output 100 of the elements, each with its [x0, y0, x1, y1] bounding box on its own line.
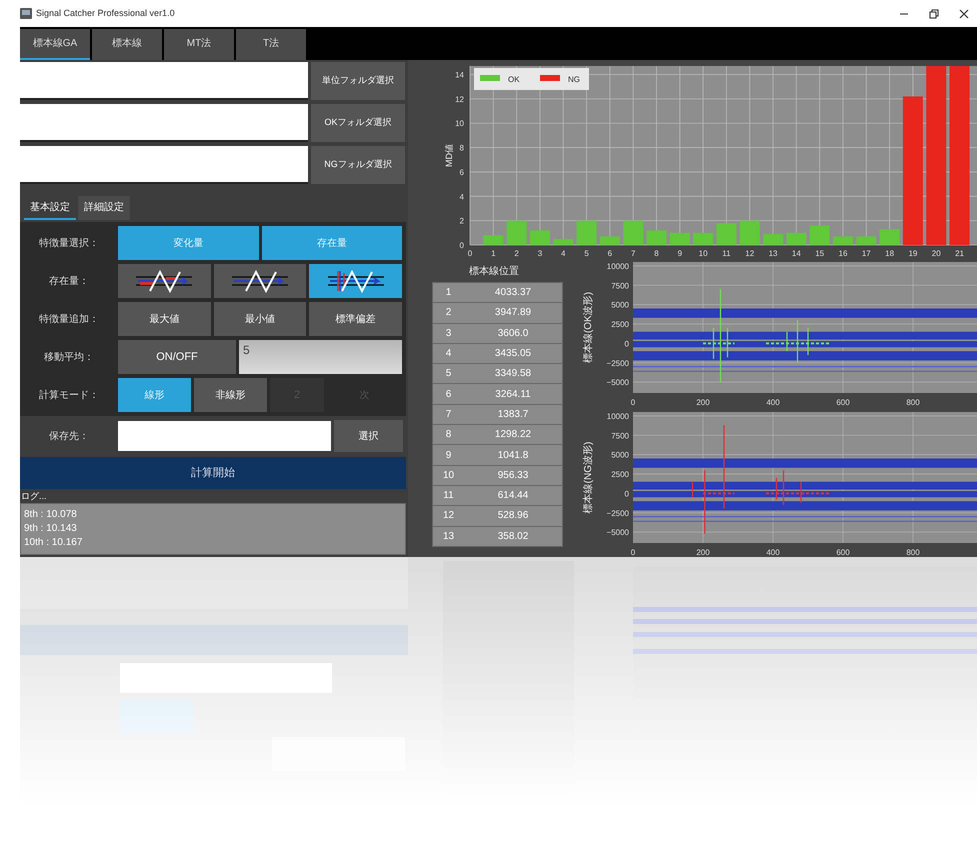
- select-button[interactable]: 選択: [334, 420, 403, 452]
- table-cell-text: 9: [444, 448, 452, 463]
- legend-label: NG: [568, 75, 580, 84]
- bar: [880, 229, 900, 245]
- table-cell-text: 7: [444, 408, 452, 422]
- axis-tick-label: 10: [698, 249, 708, 256]
- axis-label: 標本線(OK波形): [583, 292, 594, 364]
- axis-tick-label: 600: [836, 398, 850, 407]
- axis-tick-label: 10000: [606, 412, 629, 421]
- option-button[interactable]: 標準偏差: [309, 302, 402, 336]
- axis-tick-label: 8: [654, 249, 659, 256]
- folder-select-button[interactable]: NGフォルダ選択: [311, 146, 405, 184]
- axis-tick-label: 2500: [611, 470, 629, 479]
- axis-tick-label: 7: [630, 249, 636, 256]
- axis-tick-label: 200: [696, 398, 710, 407]
- close-icon[interactable]: [959, 8, 969, 18]
- axis-tick-label: 400: [766, 548, 780, 557]
- axis-tick-label: 8: [460, 144, 464, 153]
- table-cell-text: 358.02: [496, 530, 530, 544]
- bar: [763, 234, 784, 245]
- legend-label: OK: [508, 75, 520, 84]
- folder-path-field[interactable]: [20, 104, 308, 142]
- tab[interactable]: 標本線: [92, 29, 162, 60]
- setting-label: 存在量：: [48, 274, 90, 288]
- axis-tick-label: 12: [455, 94, 464, 104]
- axis-tick-label: 19: [908, 249, 918, 256]
- waveform-threshold-icon: [328, 269, 384, 293]
- table-cell-text: 4033.37: [494, 286, 532, 300]
- axis-tick-label: 5000: [611, 300, 629, 310]
- app-icon: [20, 8, 32, 19]
- table-cell-text: 3264.11: [494, 388, 532, 402]
- option-button[interactable]: 最小値: [214, 302, 306, 336]
- bar: [810, 226, 830, 245]
- axis-tick-label: 5: [584, 249, 589, 256]
- setting-label: 計算モード：: [38, 388, 100, 402]
- table-cell-text: 5: [444, 367, 452, 382]
- table-cell-text: 3606.0: [496, 326, 530, 341]
- axis-tick-label: 17: [862, 249, 871, 256]
- tab[interactable]: 標本線GA: [20, 29, 90, 60]
- axis-tick-label: 4: [460, 192, 464, 202]
- option-button[interactable]: 非線形: [194, 378, 267, 412]
- axis-tick-label: −2500: [606, 358, 629, 368]
- window-size-field[interactable]: 5: [239, 340, 402, 374]
- bar: [740, 220, 760, 245]
- folder-path-field[interactable]: [20, 146, 308, 184]
- table-cell-text: 614.44: [496, 489, 530, 504]
- axis-tick-label: 16: [838, 249, 848, 256]
- axis-tick-label: 6: [460, 168, 464, 177]
- table-cell-text: 3947.89: [494, 306, 532, 320]
- axis-tick-label: 12: [745, 249, 754, 256]
- settings-tab[interactable]: 詳細設定: [78, 196, 130, 220]
- table-cell-text: 3349.58: [494, 367, 532, 382]
- axis-tick-label: 600: [836, 548, 850, 557]
- folder-select-button[interactable]: OKフォルダ選択: [311, 104, 405, 142]
- table-cell-text: 1: [444, 286, 452, 300]
- table-cell-text: 1041.8: [496, 448, 530, 463]
- axis-tick-label: −2500: [606, 508, 629, 518]
- axis-tick-label: 1: [491, 249, 496, 256]
- setting-label: 移動平均：: [43, 350, 95, 364]
- log-line: 9th : 10.143: [24, 522, 78, 536]
- bar: [506, 220, 527, 245]
- icon-option-button[interactable]: [214, 264, 306, 298]
- table-cell-text: 10: [442, 468, 456, 483]
- folder-path-field[interactable]: [20, 62, 308, 100]
- save-path-field[interactable]: [118, 421, 331, 451]
- table-cell-text: 528.96: [496, 509, 530, 524]
- icon-option-button[interactable]: [309, 264, 402, 298]
- folder-select-button[interactable]: 単位フォルダ選択: [311, 62, 405, 100]
- log-label: ログ...: [20, 490, 48, 503]
- setting-label: 特徴量追加：: [38, 312, 100, 326]
- table-cell-text: 2: [444, 306, 452, 320]
- axis-tick-label: −5000: [606, 378, 629, 388]
- table-cell-text: 12: [442, 509, 456, 524]
- icon-option-button[interactable]: [118, 264, 211, 298]
- axis-tick-label: 7500: [611, 431, 629, 440]
- axis-tick-label: 2: [460, 216, 464, 226]
- axis-tick-label: 20: [932, 249, 941, 256]
- restore-icon[interactable]: [929, 8, 939, 18]
- axis-tick-label: 10: [455, 119, 464, 128]
- axis-tick-label: 5000: [611, 450, 629, 460]
- setting-label: 保存先：: [48, 430, 90, 444]
- axis-tick-label: 10000: [606, 262, 629, 271]
- tab[interactable]: T法: [236, 29, 306, 60]
- toggle-button[interactable]: ON/OFF: [118, 340, 236, 374]
- axis-tick-label: 13: [768, 249, 778, 256]
- option-button[interactable]: 最大値: [118, 302, 211, 336]
- axis-tick-label: 3: [538, 249, 542, 256]
- axis-tick-label: 7500: [611, 281, 629, 290]
- table-cell-text: 13: [442, 530, 456, 544]
- axis-tick-label: 11: [722, 249, 731, 256]
- table-cell-text: 11: [442, 489, 455, 504]
- log-line: 10th : 10.167: [24, 536, 84, 550]
- axis-tick-label: 0: [624, 489, 629, 498]
- bar: [623, 220, 644, 245]
- axis-tick-label: 0: [468, 249, 472, 256]
- axis-tick-label: 2: [514, 249, 519, 256]
- axis-tick-label: 14: [455, 70, 464, 80]
- tab[interactable]: MT法: [164, 29, 234, 60]
- start-button[interactable]: 計算開始: [20, 457, 406, 489]
- axis-tick-label: 0: [460, 241, 464, 250]
